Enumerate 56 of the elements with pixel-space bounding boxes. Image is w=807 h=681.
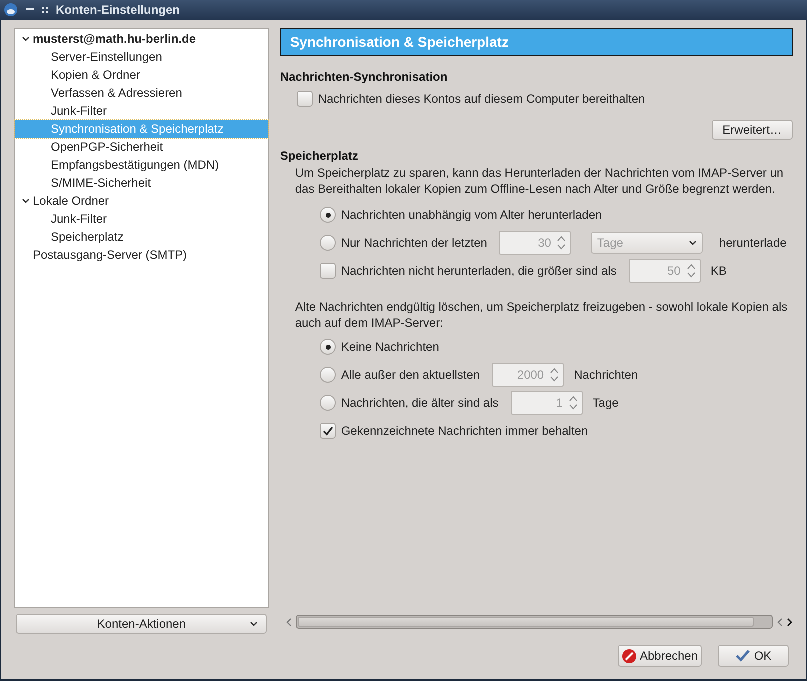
option-label: Gekennzeichnete Nachrichten immer behalten <box>341 423 588 440</box>
tree-item[interactable]: Lokale Ordner <box>15 192 268 210</box>
checkbox[interactable] <box>297 91 314 107</box>
option-label: Nachrichten nicht herunterladen, die größer sind als <box>341 263 617 280</box>
radio-button[interactable] <box>320 235 336 251</box>
unit-label: Nachrichten <box>574 367 638 384</box>
horizontal-scrollbar[interactable] <box>296 615 773 629</box>
section-heading: Nachrichten-Synchronisation <box>280 69 449 86</box>
delete-description: Alte Nachrichten endgültig löschen, um Speicherplatz freizugeben - sowohl lokale Kopien als auch auf dem IMAP-Server: <box>294 299 789 331</box>
radio-button[interactable] <box>320 207 336 223</box>
grip-icon[interactable] <box>42 7 48 13</box>
cancel-icon <box>622 648 637 664</box>
option-label: Nachrichten dieses Kontos auf diesem Computer bereithalten <box>318 91 646 108</box>
tree-item[interactable]: Junk-Filter <box>15 210 268 228</box>
storage-description: Um Speicherplatz zu sparen, kann das Herunterladen der Nachrichten vom IMAP-Server un das Bereithalten lokaler Kopien zum Offline-Lesen nach Alter und Größe begrenzt werden. <box>294 165 785 197</box>
advanced-button[interactable]: Erweitert… <box>712 120 793 140</box>
unit-label: KB <box>710 263 727 280</box>
spin-arrows-icon <box>557 235 566 251</box>
tree-item[interactable]: Junk-Filter <box>15 102 268 120</box>
radio-button[interactable] <box>320 339 336 355</box>
tree-item[interactable]: musterst@math.hu-berlin.de <box>15 30 268 48</box>
tree-item[interactable]: Postausgang-Server (SMTP) <box>15 246 268 264</box>
tree-item[interactable]: Kopien & Ordner <box>15 66 268 84</box>
window-title: Konten-Einstellungen <box>56 2 180 19</box>
checkbox[interactable] <box>320 263 336 279</box>
app-icon <box>4 3 18 17</box>
tree-item[interactable]: S/MIME-Sicherheit <box>15 174 268 192</box>
unit-label: herunterlade <box>719 235 787 252</box>
checkbox[interactable] <box>320 423 336 439</box>
spin-arrows-icon <box>686 263 696 279</box>
page-header: Synchronisation & Speicherplatz <box>280 28 793 56</box>
ok-button[interactable]: OK <box>718 645 789 667</box>
chevron-down-icon <box>689 240 698 246</box>
option-label: Nachrichten, die älter sind als <box>341 395 499 412</box>
option-label: Alle außer den aktuellsten <box>341 367 480 384</box>
tree-item[interactable]: Speicherplatz <box>15 228 268 246</box>
spin-arrows-icon <box>550 367 560 383</box>
radio-button[interactable] <box>320 395 336 411</box>
tree-item[interactable]: Empfangsbestätigungen (MDN) <box>15 156 268 174</box>
check-icon <box>735 649 752 663</box>
spin-arrows-icon <box>568 395 578 411</box>
tree-item[interactable]: Verfassen & Adressieren <box>15 84 268 102</box>
radio-button[interactable] <box>320 367 336 383</box>
option-label: Keine Nachrichten <box>341 339 440 356</box>
option-label: Nachrichten unabhängig vom Alter herunterladen <box>341 207 602 224</box>
unit-label: Tage <box>592 395 619 412</box>
account-actions-button[interactable]: Konten-Aktionen <box>16 614 268 634</box>
tree-item[interactable]: Server-Einstellungen <box>15 48 268 66</box>
tree-item[interactable]: OpenPGP-Sicherheit <box>15 138 268 156</box>
scroll-right-icon[interactable] <box>787 618 793 626</box>
option-label: Nur Nachrichten der letzten <box>341 235 488 252</box>
chevron-down-icon <box>250 621 258 627</box>
scroll-left-icon[interactable] <box>286 618 292 626</box>
cancel-button[interactable]: Abbrechen <box>618 645 702 667</box>
section-heading: Speicherplatz <box>280 148 360 165</box>
minimize-icon[interactable] <box>26 8 34 12</box>
